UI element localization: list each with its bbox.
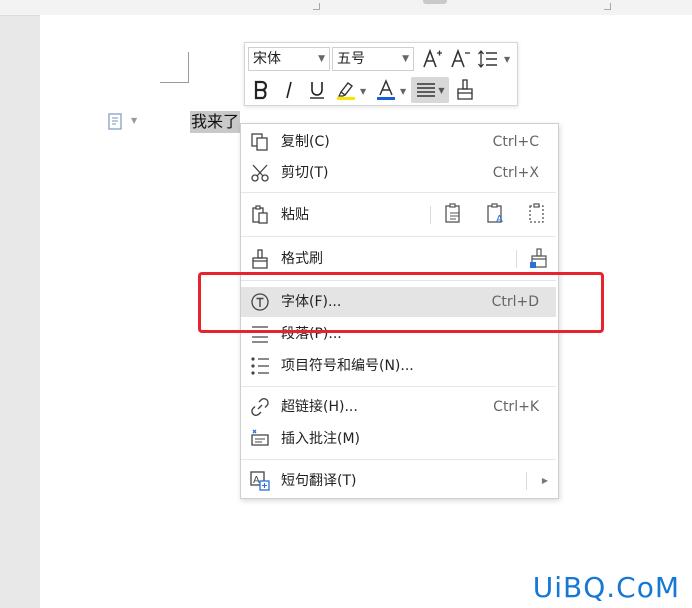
annotation-highlight-box [198,272,604,333]
svg-text:A: A [496,214,503,225]
chevron-down-icon: ▼ [402,54,409,64]
chevron-right-icon: ▶ [541,476,548,485]
font-color-button[interactable] [373,77,399,103]
format-painter-icon [252,249,268,269]
format-painter-icon [457,79,473,100]
menu-item-shortcut: Ctrl+X [492,165,539,181]
menu-item-translate[interactable]: A 短句翻译(T) ▶ [241,466,556,496]
underline-button[interactable] [304,77,330,103]
paste-text-only-icon[interactable] [527,203,549,225]
underline-icon [310,82,324,99]
svg-text:A: A [253,475,260,486]
menu-divider [241,192,556,193]
highlighter-icon [337,82,355,100]
menu-item-label: 项目符号和编号(N)... [281,358,414,374]
copy-icon [251,133,268,151]
cut-icon [251,164,269,182]
chevron-down-icon[interactable]: ▼ [360,87,366,96]
menu-divider-vertical [526,472,527,490]
menu-divider [241,236,556,237]
chevron-down-icon[interactable]: ▼ [400,87,406,96]
watermark: UiBQ.CoM [532,571,680,604]
bold-button[interactable] [248,77,274,103]
highlight-button[interactable] [333,77,359,103]
menu-item-paste[interactable]: 粘贴 [241,200,556,230]
paste-keep-format-icon[interactable] [443,203,465,225]
menu-item-shortcut: Ctrl+K [493,399,539,415]
menu-item-shortcut: Ctrl+C [492,134,539,150]
paragraph-layout-icon[interactable] [107,113,127,131]
menu-item-label: 短句翻译(T) [281,473,357,489]
menu-item-label: 复制(C) [281,134,330,150]
paste-icon [252,205,268,224]
ruler-marker [604,3,611,10]
menu-divider [241,459,556,460]
align-button[interactable]: ▼ [411,77,449,103]
font-name-select[interactable]: 宋体 ▼ [248,47,330,71]
top-ruler-strip [0,0,692,16]
translate-icon: A [250,471,270,491]
italic-button[interactable] [276,77,302,103]
italic-icon [286,81,292,99]
selected-document-text[interactable]: 我来了 [190,111,241,133]
scroll-tab[interactable] [423,0,447,4]
menu-item-label: 插入批注(M) [281,431,361,447]
menu-item-label: 格式刷 [281,251,323,267]
hyperlink-icon [251,397,269,417]
shrink-font-icon [451,48,470,68]
chevron-down-icon[interactable]: ▼ [504,55,510,64]
font-color-icon [377,79,395,100]
line-spacing-button[interactable] [475,46,501,72]
format-painter-button[interactable] [452,77,478,103]
bullet-list-icon [251,357,269,375]
menu-divider-vertical [516,250,517,268]
paste-merge-format-icon[interactable]: A [485,203,507,225]
menu-item-format-painter[interactable]: 格式刷 [241,244,556,274]
bold-icon [254,80,268,100]
chevron-down-icon[interactable]: ▼ [131,116,137,125]
menu-divider-vertical [430,206,431,224]
font-name-value: 宋体 [253,51,281,67]
menu-item-label: 粘贴 [281,207,309,223]
font-size-select[interactable]: 五号 ▼ [332,47,414,71]
menu-item-label: 剪切(T) [281,165,329,181]
menu-divider [241,386,556,387]
line-spacing-icon [478,49,497,69]
menu-item-insert-comment[interactable]: 插入批注(M) [241,424,556,454]
menu-item-copy[interactable]: 复制(C) Ctrl+C [241,127,556,157]
chevron-down-icon: ▼ [318,54,325,64]
font-size-value: 五号 [337,51,365,67]
menu-item-cut[interactable]: 剪切(T) Ctrl+X [241,158,556,188]
chevron-down-icon: ▼ [438,85,445,95]
grow-font-button[interactable] [419,46,445,72]
format-painter-multi-icon[interactable] [528,248,550,270]
shrink-font-button[interactable] [447,46,473,72]
align-justify-icon [417,83,436,97]
menu-item-label: 超链接(H)... [281,399,358,415]
grow-font-icon [423,48,442,68]
mini-format-toolbar: 宋体 ▼ 五号 ▼ ▼ ▼ ▼ ▼ [244,42,518,106]
menu-item-bullets-numbering[interactable]: 项目符号和编号(N)... [241,351,556,381]
menu-item-hyperlink[interactable]: 超链接(H)... Ctrl+K [241,392,556,422]
ruler-marker [313,3,320,10]
page-margin-corner-mark [160,52,189,83]
comment-icon [251,429,269,446]
